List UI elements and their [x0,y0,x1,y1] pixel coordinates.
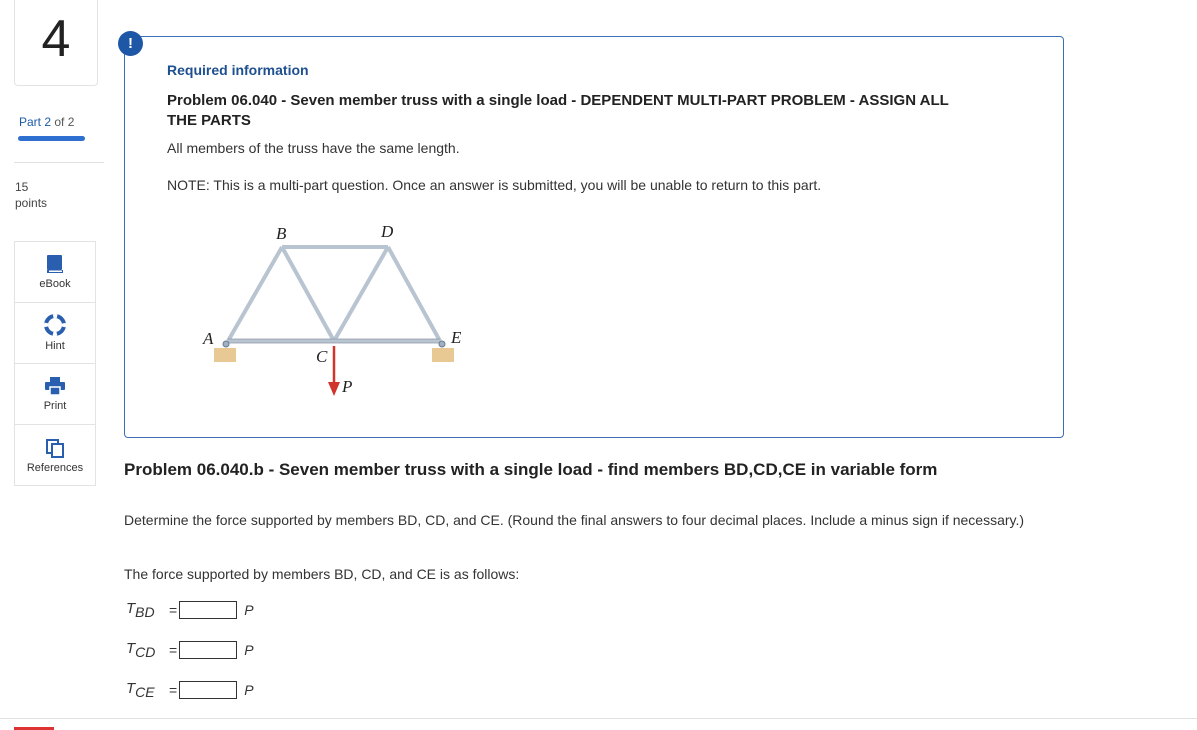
label-a: A [202,329,214,348]
tbd-input[interactable] [179,601,238,619]
tools-panel: eBook Hint Print References [14,241,96,486]
part-indicator: Part 2 of 2 [19,115,74,129]
tcd-input[interactable] [179,641,238,659]
support-e [432,348,454,362]
copy-icon [46,438,64,458]
part-follows-text: The force supported by members BD, CD, a… [124,566,520,582]
references-label: References [26,461,84,474]
required-info-heading: Required information [167,62,309,78]
truss-figure: A B C D E P [202,222,462,396]
pin-a [222,340,230,348]
points-display: 15 points [15,179,47,211]
points-label: points [15,196,48,210]
label-c: C [316,347,328,366]
book-icon [47,255,63,273]
answer-row-ce: TCE = P [126,680,254,700]
label-e: E [450,328,462,347]
points-value: 15 [15,180,29,194]
problem-title: Problem 06.040 - Seven member truss with… [167,92,949,129]
required-info-line2: NOTE: This is a multi-part question. Onc… [167,177,822,193]
equals-sign: = [169,602,178,618]
part-progress-bar [18,136,85,141]
part-title: Problem 06.040.b - Seven member truss wi… [124,460,938,479]
required-info-line1: All members of the truss have the same l… [167,140,460,156]
answer-row-cd: TCD = P [126,640,254,660]
label-d: D [380,222,394,241]
ebook-button[interactable]: eBook [15,242,95,303]
hint-label: Hint [45,340,65,352]
answer-symbol: TCE [126,680,155,700]
label-p: P [341,377,352,396]
alert-icon: ! [118,31,143,56]
part-total: of 2 [54,115,75,129]
answer-unit: P [244,682,254,698]
answer-row-bd: TBD = P [126,600,254,620]
question-number: 4 [41,10,71,68]
print-button[interactable]: Print [15,364,95,425]
tce-input[interactable] [179,681,238,699]
answer-symbol: TBD [126,600,155,620]
printer-icon [45,377,65,396]
load-arrow-head [328,382,340,396]
question-number-box: 4 [14,0,98,86]
pin-e [438,340,446,348]
truss-members [226,245,442,343]
references-button[interactable]: References [15,425,95,486]
equals-sign: = [169,642,178,658]
label-b: B [276,224,287,243]
answer-unit: P [244,602,254,618]
print-label: Print [43,400,67,412]
part-instruction: Determine the force supported by members… [124,512,1025,528]
bottom-divider [0,718,1197,719]
part-current: Part 2 [19,115,52,129]
rail-divider [14,162,104,163]
answer-symbol: TCD [126,640,156,660]
equals-sign: = [169,682,178,698]
hint-button[interactable]: Hint [15,303,95,364]
ebook-label: eBook [39,278,71,290]
lifebuoy-icon [44,314,66,336]
answer-unit: P [244,642,254,658]
support-a [214,348,236,362]
